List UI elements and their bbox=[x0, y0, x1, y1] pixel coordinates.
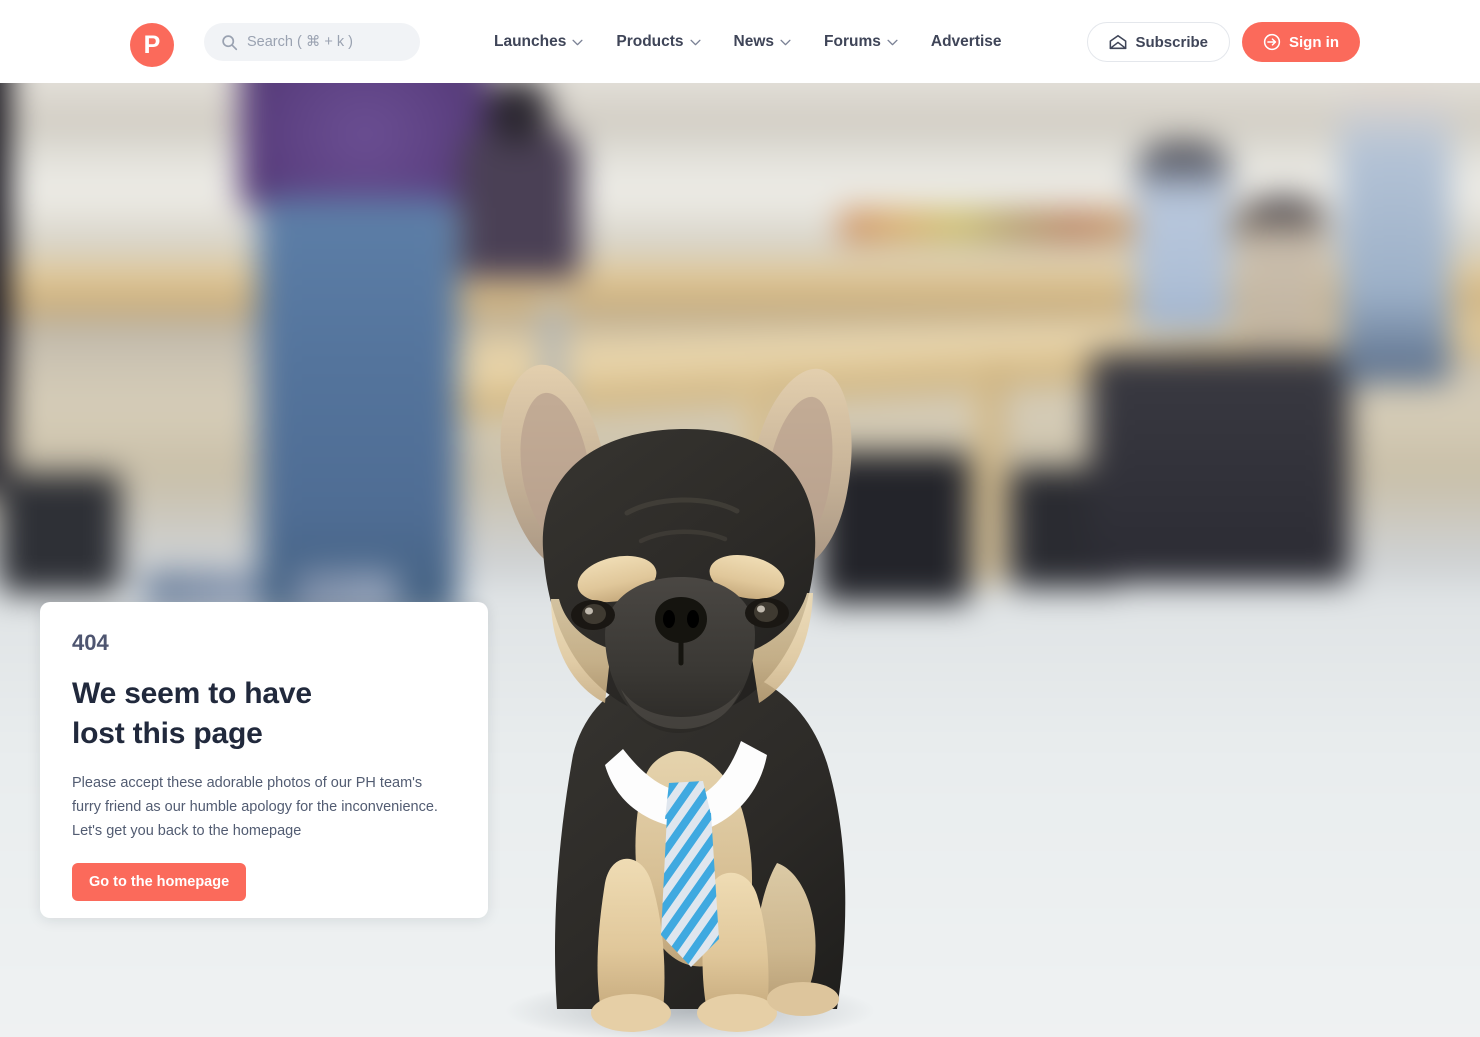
product-hunt-logo-icon[interactable]: P bbox=[130, 23, 174, 67]
french-bulldog-photo bbox=[500, 364, 875, 1037]
subscribe-label: Subscribe bbox=[1135, 33, 1208, 51]
header-actions: Subscribe Sign in bbox=[1087, 22, 1360, 62]
nav-item-label: Launches bbox=[494, 32, 567, 50]
search-icon bbox=[222, 34, 238, 50]
chevron-down-icon bbox=[689, 39, 701, 46]
error-code: 404 bbox=[72, 630, 109, 655]
primary-navigation: Launches Products News Forums Advertise bbox=[494, 0, 1002, 83]
error-description: Please accept these adorable photos of o… bbox=[72, 774, 438, 839]
envelope-open-icon bbox=[1110, 34, 1127, 50]
nav-item-label: Forums bbox=[824, 32, 881, 50]
nav-item-launches[interactable]: Launches bbox=[494, 33, 583, 51]
chevron-down-icon bbox=[780, 39, 791, 46]
nav-item-news[interactable]: News bbox=[734, 33, 792, 51]
nav-item-label: Advertise bbox=[930, 32, 1002, 50]
chevron-down-icon bbox=[887, 39, 898, 46]
error-card: 404 We seem to have lost this page Pleas… bbox=[40, 602, 488, 918]
search-placeholder-text: Search ( ⌘ + k ) bbox=[247, 34, 353, 50]
chevron-down-icon bbox=[572, 39, 583, 46]
sign-in-button[interactable]: Sign in bbox=[1242, 22, 1360, 62]
subscribe-button[interactable]: Subscribe bbox=[1087, 22, 1230, 62]
nav-item-forums[interactable]: Forums bbox=[824, 33, 898, 51]
login-arrow-circle-icon bbox=[1263, 33, 1281, 51]
go-to-homepage-button[interactable]: Go to the homepage bbox=[72, 862, 247, 901]
error-title: We seem to have lost this page bbox=[72, 677, 312, 750]
sign-in-label: Sign in bbox=[1289, 33, 1339, 51]
site-header: P Search ( ⌘ + k ) Launches Products New… bbox=[0, 0, 1480, 83]
nav-item-label: Products bbox=[616, 32, 684, 50]
search-input[interactable]: Search ( ⌘ + k ) bbox=[204, 23, 420, 61]
nav-item-advertise[interactable]: Advertise bbox=[931, 33, 1002, 51]
nav-item-products[interactable]: Products bbox=[616, 32, 701, 51]
nav-item-label: News bbox=[733, 32, 775, 50]
